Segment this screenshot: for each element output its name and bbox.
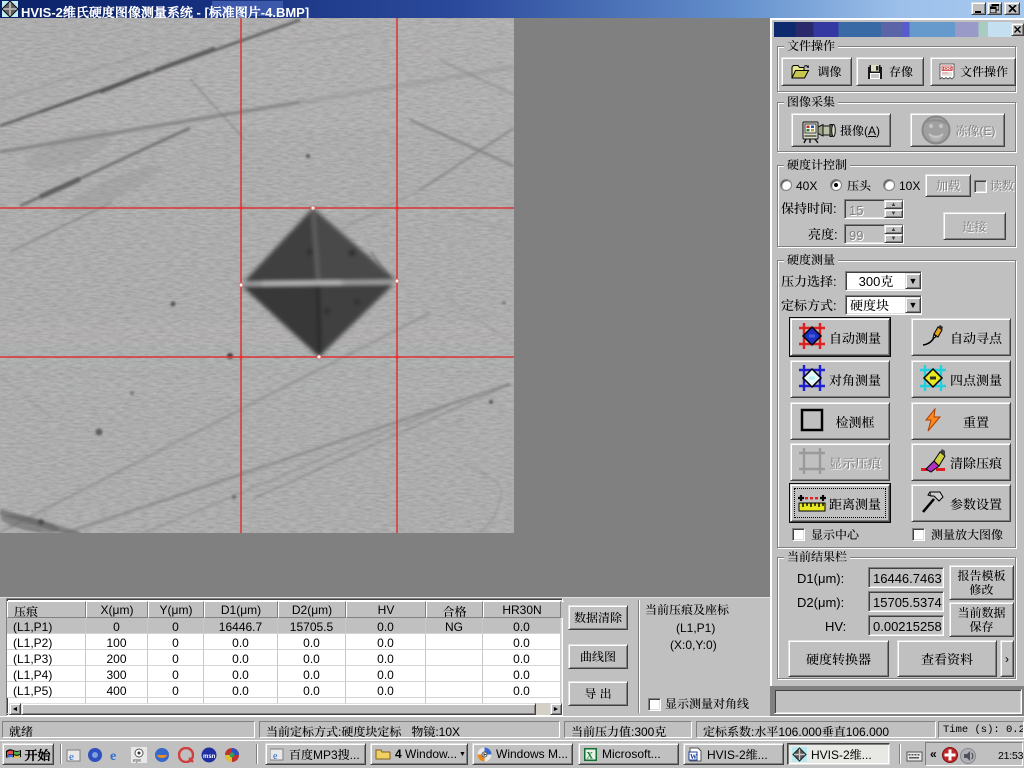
svg-text:W: W: [690, 753, 697, 761]
svg-text:e: e: [273, 751, 278, 762]
svg-text:eye: eye: [133, 758, 141, 763]
svg-text:DOC: DOC: [943, 66, 954, 72]
svg-text:e: e: [110, 749, 116, 763]
svg-text:msn: msn: [203, 754, 216, 760]
svg-text:e: e: [69, 751, 74, 763]
svg-text:X: X: [587, 750, 594, 760]
